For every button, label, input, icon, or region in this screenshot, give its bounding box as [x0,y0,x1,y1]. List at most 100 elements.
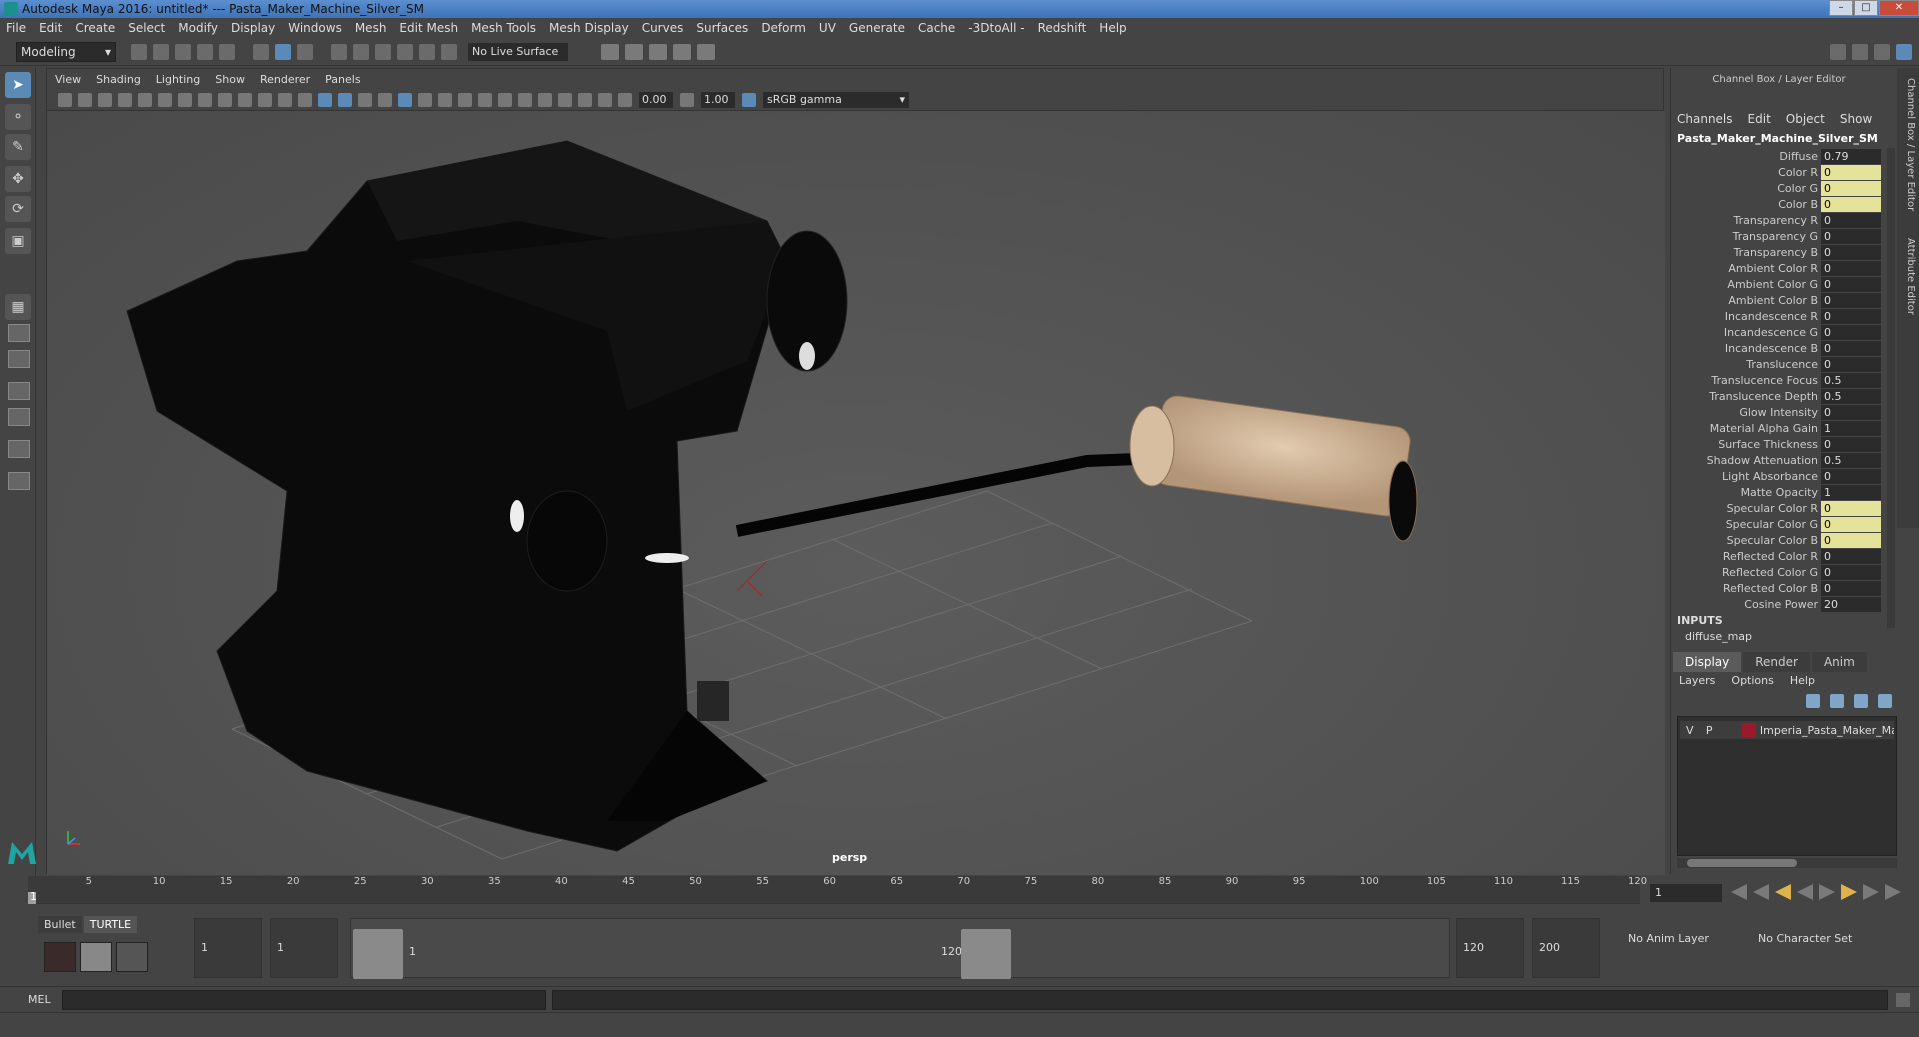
selected-object-name[interactable]: Pasta_Maker_Machine_Silver_SM [1677,132,1878,145]
render-view-icon[interactable] [601,43,619,60]
channel-row[interactable]: Cosine Power 20 [1671,596,1887,612]
viewport-menu-show[interactable]: Show [215,73,245,86]
menu-uv[interactable]: UV [819,21,836,35]
new-empty-layer-icon[interactable] [1854,694,1868,708]
shadows-icon[interactable] [438,92,452,107]
exposure-icon[interactable] [618,92,632,107]
channel-value-field[interactable]: 0 [1821,564,1881,580]
mel-language-toggle[interactable]: MEL [28,993,51,1006]
channel-row[interactable]: Shadow Attenuation 0.5 [1671,452,1887,468]
playback-end-field[interactable]: 120 [1456,918,1524,978]
channel-row[interactable]: Transparency B0 [1671,244,1887,260]
color-management-icon[interactable] [742,92,756,107]
channel-row[interactable]: Reflected Color B0 [1671,580,1887,596]
channel-box-icon[interactable] [1896,43,1912,60]
menu-surfaces[interactable]: Surfaces [696,21,748,35]
channel-value-field[interactable]: 0 [1821,436,1881,452]
menu-file[interactable]: File [6,21,26,35]
motion-blur-icon[interactable] [478,92,492,107]
channel-row[interactable]: Ambient Color B0 [1671,292,1887,308]
channel-value-field[interactable]: 1 [1821,420,1881,436]
channel-row[interactable]: Specular Color G0 [1671,516,1887,532]
range-end-handle[interactable] [961,929,1011,979]
script-editor-icon[interactable] [1896,993,1910,1007]
new-layer-selected-icon[interactable] [1878,694,1892,708]
hypershade-icon[interactable] [697,43,715,60]
persp-outliner-layout-icon[interactable] [8,472,30,490]
menu-deform[interactable]: Deform [761,21,806,35]
grease-pencil-icon[interactable] [138,92,152,107]
two-view-layout-icon[interactable] [8,350,30,368]
channel-value-field[interactable]: 0.5 [1821,372,1881,388]
channel-value-field[interactable]: 0 [1821,292,1881,308]
menu-curves[interactable]: Curves [642,21,684,35]
tool-settings-icon[interactable] [1874,43,1890,60]
move-layer-up-icon[interactable] [1806,694,1820,708]
scene-end-field[interactable]: 200 [1532,918,1600,978]
turtle-sphere-shelf-icon[interactable] [116,942,148,972]
snap-live-icon[interactable] [419,43,435,60]
gamma-icon[interactable] [680,92,694,107]
minimize-button[interactable]: – [1829,0,1853,16]
resolution-gate-icon[interactable] [218,92,232,107]
safe-title-icon[interactable] [298,92,312,107]
layer-playback-toggle[interactable]: P [1699,724,1718,737]
channel-value-field[interactable]: 0.79 [1821,148,1881,164]
channel-value-field[interactable]: 0 [1821,212,1881,228]
channel-value-field[interactable]: 1 [1821,484,1881,500]
side-tab-channel-box[interactable]: Channel Box / Layer Editor [1900,78,1916,211]
single-perspective-layout-icon[interactable]: ▦ [5,294,31,320]
rotate-tool-icon[interactable]: ⟳ [5,196,31,222]
screen-space-ao-icon[interactable] [458,92,472,107]
command-input[interactable] [62,990,546,1010]
maximize-button[interactable]: □ [1854,0,1878,16]
render-settings-icon[interactable] [673,43,691,60]
menu-cache[interactable]: Cache [918,21,955,35]
channel-value-field[interactable]: 0 [1821,580,1881,596]
select-camera-icon[interactable] [58,92,72,107]
outliner-layout-icon[interactable] [8,382,30,400]
channel-value-field[interactable]: 0 [1821,532,1881,548]
menu-generate[interactable]: Generate [849,21,905,35]
viewport-menu-shading[interactable]: Shading [96,73,141,86]
isolate-select-icon[interactable] [538,92,552,107]
move-tool-icon[interactable]: ✥ [5,166,31,192]
viewport-menu-renderer[interactable]: Renderer [260,73,310,86]
undo-icon[interactable] [197,43,213,60]
step-back-key-icon[interactable] [1753,884,1769,900]
select-object-icon[interactable] [275,43,291,60]
bookmark-icon[interactable] [98,92,112,107]
menu-mesh[interactable]: Mesh [355,21,387,35]
channel-value-field[interactable]: 0 [1821,356,1881,372]
layer-tab-display[interactable]: Display [1673,652,1742,672]
lasso-tool-icon[interactable]: ⚬ [5,104,31,130]
scene-start-field[interactable]: 1 [194,918,262,978]
film-gate-icon[interactable] [198,92,212,107]
viewport-menu-panels[interactable]: Panels [325,73,360,86]
channel-value-field[interactable]: 0 [1821,548,1881,564]
layer-menu-help[interactable]: Help [1790,674,1815,687]
viewport-menu-lighting[interactable]: Lighting [156,73,200,86]
snap-curve-icon[interactable] [353,43,369,60]
channel-row[interactable]: Ambient Color R0 [1671,260,1887,276]
channel-value-field[interactable]: 0 [1821,244,1881,260]
channel-value-field[interactable]: 20 [1821,596,1881,612]
ipr-render-icon[interactable] [649,43,667,60]
select-component-icon[interactable] [297,43,313,60]
graph-layout-icon[interactable] [8,408,30,426]
input-node-item[interactable]: diffuse_map [1685,630,1752,643]
channel-row[interactable]: Incandescence G0 [1671,324,1887,340]
menu-mesh-display[interactable]: Mesh Display [549,21,629,35]
step-forward-frame-icon[interactable] [1841,884,1857,900]
channel-row[interactable]: Translucence 0 [1671,356,1887,372]
menu-3dtoall[interactable]: -3DtoAll - [968,21,1024,35]
four-view-layout-icon[interactable] [8,324,30,342]
xray-components-icon[interactable] [598,92,612,107]
menu-windows[interactable]: Windows [288,21,342,35]
attribute-editor-icon[interactable] [1852,43,1868,60]
go-to-end-icon[interactable] [1885,884,1901,900]
safe-action-icon[interactable] [278,92,292,107]
open-scene-icon[interactable] [153,43,169,60]
channel-row[interactable]: Glow Intensity 0 [1671,404,1887,420]
snap-view-plane-icon[interactable] [397,43,413,60]
